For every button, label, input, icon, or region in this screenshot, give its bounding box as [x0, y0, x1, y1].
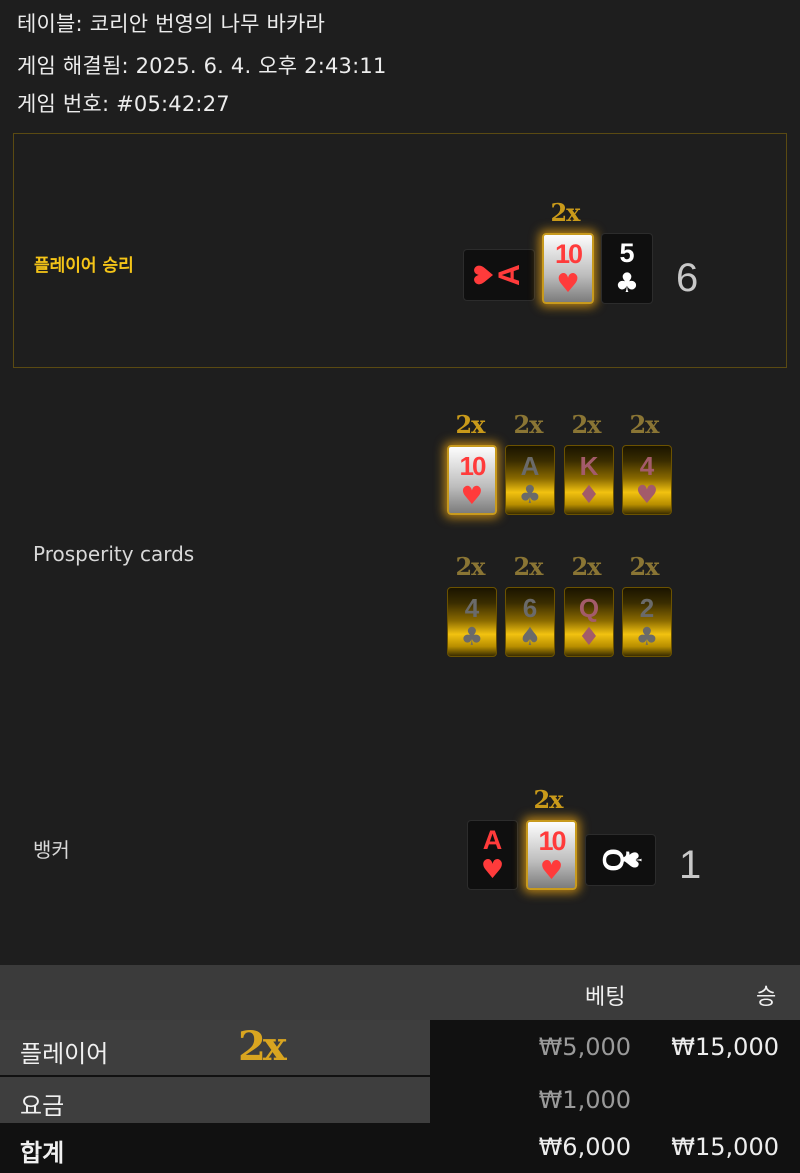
prosperity-card-7: Q ♦: [564, 587, 614, 657]
card-rank: A: [520, 451, 540, 481]
total-bet-amount: ₩6,000: [538, 1133, 631, 1161]
club-icon: ♣: [518, 480, 542, 509]
banker-multiplier: 2x: [533, 785, 563, 814]
prosperity-card-6: 6 ♠: [505, 587, 555, 657]
card-rank: 4: [639, 451, 655, 481]
prosperity-mult-6: 2x: [513, 552, 543, 581]
banker-card-2: 10 ♥: [526, 820, 577, 890]
prosperity-mult-4: 2x: [629, 410, 659, 439]
player-win-label: 플레이어 승리: [34, 256, 134, 276]
player-total: 6: [676, 256, 699, 300]
heart-icon: ♥: [480, 855, 505, 885]
fee-bet-amount: ₩1,000: [538, 1086, 631, 1114]
row-label-fee: 요금: [20, 1092, 65, 1120]
club-icon: ♣: [614, 268, 640, 299]
column-bet: 베팅: [585, 985, 626, 1010]
card-rank: 10: [538, 826, 566, 856]
prosperity-card-2: A ♣: [505, 445, 555, 515]
card-rank: 10: [459, 451, 487, 481]
banker-card-3: Q ♠: [585, 834, 656, 886]
prosperity-card-3: K ♦: [564, 445, 614, 515]
club-icon: ♣: [460, 622, 484, 651]
row-multiplier: 2x: [238, 1023, 287, 1070]
player-card-3: 5 ♣: [601, 233, 653, 304]
player-card-1: ♥ A: [463, 249, 535, 301]
banker-card-1: A ♥: [467, 820, 518, 890]
heart-icon: ♥: [539, 856, 564, 886]
prosperity-card-8: 2 ♣: [622, 587, 672, 657]
table-row: 플레이어 2x ₩5,000 ₩15,000: [0, 1020, 800, 1075]
bet-summary-table: 베팅 승 플레이어 2x ₩5,000 ₩15,000 요금 ₩1,000 합계…: [0, 965, 800, 1173]
prosperity-card-5: 4 ♣: [447, 587, 497, 657]
column-win: 승: [756, 985, 777, 1010]
card-rank: 4: [464, 593, 480, 623]
card-rank: K: [579, 451, 599, 481]
heart-icon: ♥: [635, 480, 659, 509]
prosperity-card-4: 4 ♥: [622, 445, 672, 515]
heart-icon: ♥: [460, 481, 484, 510]
prosperity-label: Prosperity cards: [33, 542, 195, 566]
card-rank: A: [493, 264, 526, 286]
row-label-player: 플레이어: [20, 1040, 109, 1068]
spade-icon: ♠: [518, 622, 542, 651]
heart-icon: ♥: [556, 269, 580, 299]
prosperity-mult-2: 2x: [513, 410, 543, 439]
prosperity-mult-5: 2x: [455, 552, 485, 581]
card-rank: 2: [639, 593, 655, 623]
spade-icon: ♠: [618, 848, 649, 872]
prosperity-card-1: 10 ♥: [447, 445, 497, 515]
banker-label: 뱅커: [33, 838, 70, 862]
row-label-total: 합계: [20, 1139, 65, 1167]
table-header: 베팅 승: [0, 965, 800, 1020]
diamond-icon: ♦: [577, 480, 601, 509]
row-label-cell: [0, 1077, 430, 1123]
game-number: 게임 번호: #05:42:27: [17, 92, 230, 116]
banker-total: 1: [679, 843, 702, 887]
card-rank: 10: [554, 239, 583, 269]
game-resolved-time: 게임 해결됨: 2025. 6. 4. 오후 2:43:11: [17, 54, 387, 78]
table-row: 요금 ₩1,000: [0, 1077, 800, 1123]
prosperity-mult-3: 2x: [571, 410, 601, 439]
prosperity-mult-7: 2x: [571, 552, 601, 581]
diamond-icon: ♦: [577, 622, 601, 651]
card-rank: Q: [578, 593, 600, 623]
prosperity-mult-1: 2x: [455, 410, 485, 439]
table-name: 테이블: 코리안 번영의 나무 바카라: [17, 12, 326, 36]
total-win-amount: ₩15,000: [671, 1133, 779, 1161]
table-row-total: 합계 ₩6,000 ₩15,000: [0, 1125, 800, 1173]
player-win-amount: ₩15,000: [671, 1033, 779, 1061]
card-rank: 5: [619, 238, 635, 268]
prosperity-mult-8: 2x: [629, 552, 659, 581]
player-card-2: 10 ♥: [542, 233, 594, 304]
card-rank: A: [482, 825, 503, 855]
card-rank: 6: [522, 593, 538, 623]
player-bet-amount: ₩5,000: [538, 1033, 631, 1061]
player-multiplier: 2x: [550, 198, 580, 227]
club-icon: ♣: [635, 622, 659, 651]
